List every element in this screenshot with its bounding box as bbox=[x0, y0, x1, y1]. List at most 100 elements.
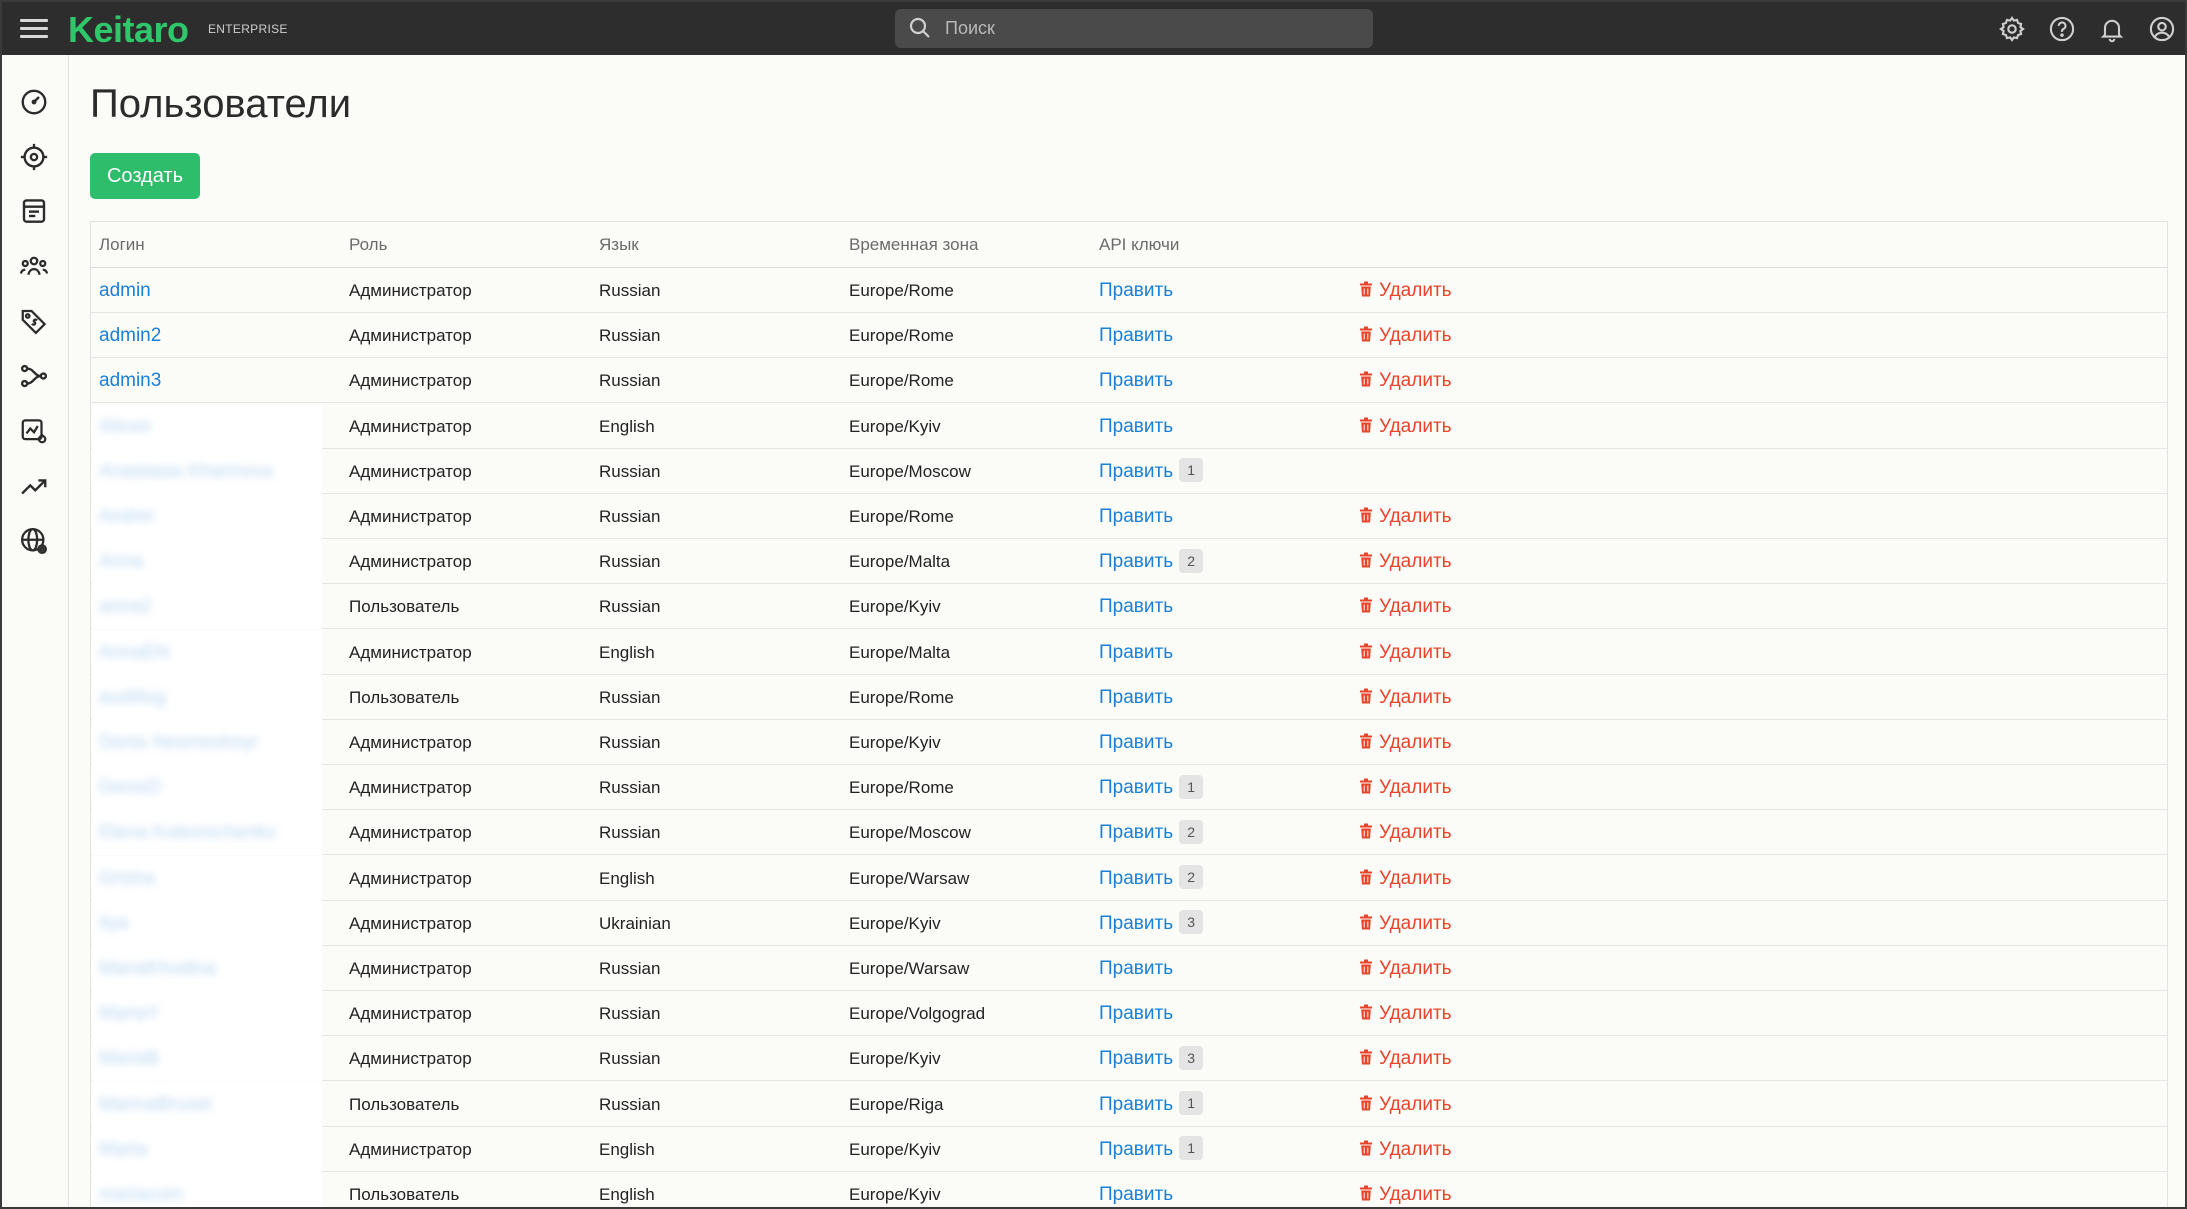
edit-user-link[interactable]: Править bbox=[1099, 913, 1173, 934]
delete-user-button[interactable]: Удалить bbox=[1359, 958, 1452, 979]
edit-user-link[interactable]: Править bbox=[1099, 1094, 1173, 1115]
user-login-link[interactable]: Elena Kolesnichenko bbox=[99, 822, 276, 843]
delete-user-button[interactable]: Удалить bbox=[1359, 687, 1452, 708]
edit-user-link[interactable]: Править bbox=[1099, 732, 1173, 753]
user-login-link[interactable]: admin2 bbox=[99, 325, 161, 346]
reports-icon[interactable] bbox=[19, 416, 49, 446]
users-group-icon[interactable] bbox=[19, 251, 49, 281]
role-cell: Администратор bbox=[349, 326, 472, 346]
user-login-link[interactable]: Anna bbox=[99, 551, 143, 572]
trends-icon[interactable] bbox=[19, 471, 49, 501]
target-icon[interactable] bbox=[19, 142, 49, 172]
user-login-link[interactable]: MarinaBruset bbox=[99, 1094, 212, 1115]
delete-user-button[interactable]: Удалить bbox=[1359, 1184, 1452, 1205]
user-login-link[interactable]: Andrei bbox=[99, 506, 154, 527]
user-login-link[interactable]: Grisha bbox=[99, 868, 155, 889]
edit-user-link[interactable]: Править bbox=[1099, 1139, 1173, 1160]
user-login-link[interactable]: anna2 bbox=[99, 596, 152, 617]
edit-user-link[interactable]: Править bbox=[1099, 416, 1173, 437]
delete-user-button[interactable]: Удалить bbox=[1359, 732, 1452, 753]
role-cell: Пользователь bbox=[349, 1094, 460, 1114]
edit-user-link[interactable]: Править bbox=[1099, 958, 1173, 979]
edit-user-link[interactable]: Править bbox=[1099, 1003, 1173, 1024]
edit-user-link[interactable]: Править bbox=[1099, 506, 1173, 527]
trash-icon bbox=[1360, 688, 1372, 704]
edit-user-link[interactable]: Править bbox=[1099, 461, 1173, 482]
user-login-link[interactable]: DenisD bbox=[99, 777, 161, 798]
help-icon[interactable] bbox=[2048, 15, 2076, 43]
globe-settings-icon[interactable] bbox=[19, 526, 49, 556]
delete-user-button[interactable]: Удалить bbox=[1359, 1003, 1452, 1024]
edit-user-link[interactable]: Править bbox=[1099, 596, 1173, 617]
api-keys-cell: Править 3 bbox=[1099, 1036, 1204, 1081]
create-user-button[interactable]: Создать bbox=[90, 153, 200, 199]
user-login-link[interactable]: Denis Nesmeshnyi bbox=[99, 732, 257, 753]
page-title: Пользователи bbox=[90, 82, 352, 126]
login-cell: Andrei bbox=[99, 494, 154, 539]
user-login-link[interactable]: MariaKhodina bbox=[99, 958, 216, 979]
user-icon[interactable] bbox=[2148, 15, 2176, 43]
delete-user-button[interactable]: Удалить bbox=[1359, 551, 1452, 572]
delete-user-button[interactable]: Удалить bbox=[1359, 642, 1452, 663]
offers-icon[interactable] bbox=[19, 306, 49, 336]
delete-user-button[interactable]: Удалить bbox=[1359, 596, 1452, 617]
delete-user-button[interactable]: Удалить bbox=[1359, 777, 1452, 798]
edit-user-link[interactable]: Править bbox=[1099, 325, 1173, 346]
user-login-link[interactable]: Alexei bbox=[99, 416, 151, 437]
delete-user-button[interactable]: Удалить bbox=[1359, 1094, 1452, 1115]
edit-user-link[interactable]: Править bbox=[1099, 551, 1173, 572]
user-login-link[interactable]: Marta bbox=[99, 1139, 148, 1160]
flows-icon[interactable] bbox=[19, 361, 49, 391]
column-header-timezone[interactable]: Временная зона bbox=[849, 222, 978, 267]
search-input[interactable] bbox=[945, 9, 1355, 48]
user-login-link[interactable]: admin bbox=[99, 280, 151, 301]
edit-user-link[interactable]: Править bbox=[1099, 822, 1173, 843]
bell-icon[interactable] bbox=[2098, 15, 2126, 43]
menu-icon[interactable] bbox=[20, 16, 48, 40]
user-login-link[interactable]: auditlog bbox=[99, 687, 166, 708]
delete-user-button[interactable]: Удалить bbox=[1359, 822, 1452, 843]
delete-user-button[interactable]: Удалить bbox=[1359, 370, 1452, 391]
delete-user-button[interactable]: Удалить bbox=[1359, 1048, 1452, 1069]
delete-label: Удалить bbox=[1379, 551, 1452, 573]
search-box[interactable] bbox=[895, 9, 1373, 48]
delete-label: Удалить bbox=[1379, 686, 1452, 708]
delete-user-button[interactable]: Удалить bbox=[1359, 416, 1452, 437]
delete-user-button[interactable]: Удалить bbox=[1359, 913, 1452, 934]
delete-cell: Удалить bbox=[1359, 765, 1452, 810]
edit-user-link[interactable]: Править bbox=[1099, 777, 1173, 798]
edit-user-link[interactable]: Править bbox=[1099, 868, 1173, 889]
user-login-link[interactable]: admin3 bbox=[99, 370, 161, 391]
delete-user-button[interactable]: Удалить bbox=[1359, 506, 1452, 527]
timezone-cell: Europe/Rome bbox=[849, 371, 954, 391]
campaigns-icon[interactable] bbox=[19, 196, 49, 226]
login-cell: auditlog bbox=[99, 675, 166, 720]
language-cell: Russian bbox=[599, 597, 661, 617]
delete-user-button[interactable]: Удалить bbox=[1359, 1139, 1452, 1160]
column-header-login[interactable]: Логин bbox=[99, 222, 145, 267]
edit-user-link[interactable]: Править bbox=[1099, 1184, 1173, 1205]
edit-user-link[interactable]: Править bbox=[1099, 1048, 1173, 1069]
timezone-cell: Europe/Volgograd bbox=[849, 1004, 986, 1024]
delete-user-button[interactable]: Удалить bbox=[1359, 868, 1452, 889]
user-login-link[interactable]: martacom bbox=[99, 1184, 183, 1205]
delete-user-button[interactable]: Удалить bbox=[1359, 325, 1452, 346]
user-login-link[interactable]: Ilya bbox=[99, 913, 129, 934]
gear-icon[interactable] bbox=[1998, 15, 2026, 43]
edit-user-link[interactable]: Править bbox=[1099, 687, 1173, 708]
table-row: Anna Администратор Russian Europe/Malta Прав… bbox=[91, 539, 2167, 585]
user-login-link[interactable]: MariaB bbox=[99, 1048, 159, 1069]
user-login-link[interactable]: MariaY bbox=[99, 1003, 159, 1024]
logo[interactable]: Keitaro bbox=[68, 9, 189, 51]
user-login-link[interactable]: AnnaEN bbox=[99, 642, 170, 663]
user-login-link[interactable]: Anastasia Kharinova bbox=[99, 461, 273, 482]
trash-icon bbox=[1360, 823, 1372, 839]
delete-user-button[interactable]: Удалить bbox=[1359, 280, 1452, 301]
edit-user-link[interactable]: Править bbox=[1099, 642, 1173, 663]
column-header-role[interactable]: Роль bbox=[349, 222, 387, 267]
edit-user-link[interactable]: Править bbox=[1099, 370, 1173, 391]
language-cell: Russian bbox=[599, 778, 661, 798]
dashboard-icon[interactable] bbox=[19, 87, 49, 117]
edit-user-link[interactable]: Править bbox=[1099, 280, 1173, 301]
column-header-language[interactable]: Язык bbox=[599, 222, 639, 267]
